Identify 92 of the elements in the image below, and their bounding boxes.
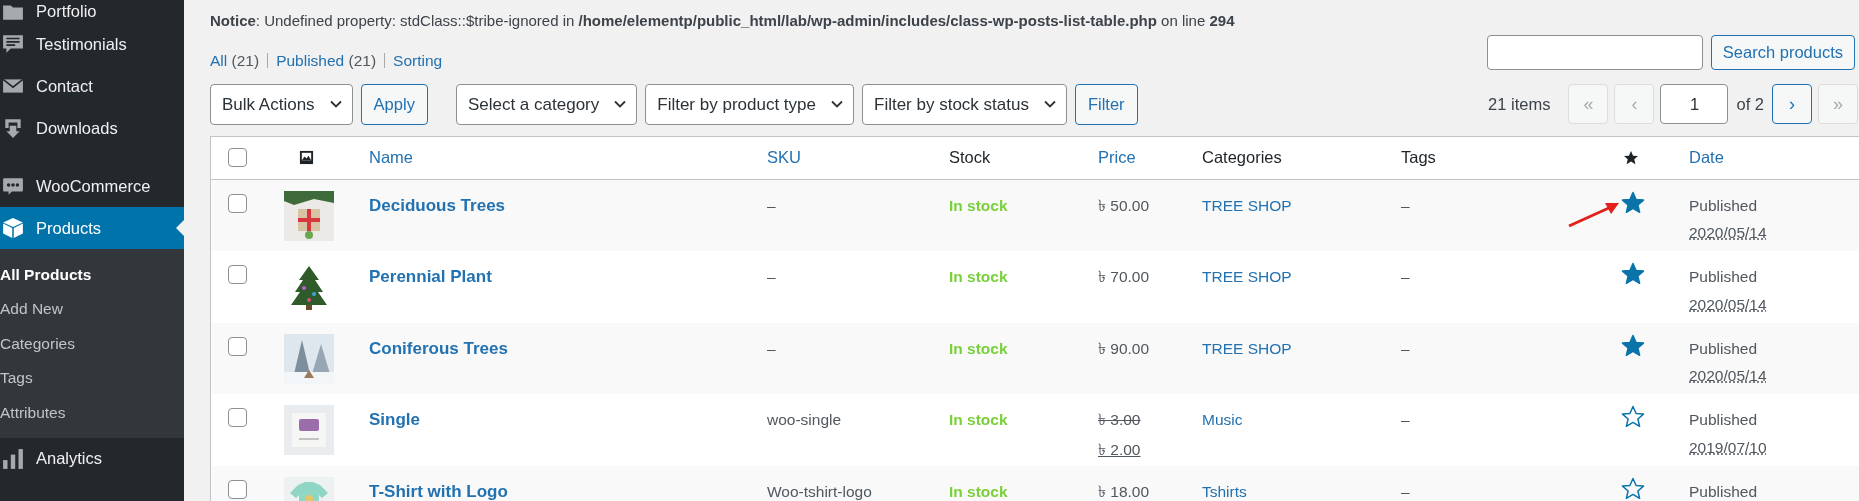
date-text: 2020/05/14	[1689, 223, 1767, 243]
current-pointer	[176, 220, 184, 236]
dropdown[interactable]: Filter by stock status	[862, 83, 1067, 125]
dropdown[interactable]: Bulk Actions	[210, 83, 353, 125]
stock-status: In stock	[949, 339, 1008, 357]
sidebar-item[interactable]: Testimonials	[0, 23, 184, 65]
sidebar-item[interactable]: Analytics	[0, 437, 184, 480]
category-link[interactable]: TREE SHOP	[1202, 196, 1292, 214]
column-header[interactable]: Date	[1689, 145, 1724, 171]
dropdown[interactable]: Filter by product type	[645, 83, 854, 125]
sku-text: –	[767, 268, 776, 286]
product-name-link[interactable]: Perennial Plant	[369, 267, 492, 287]
sidebar-item[interactable]: Portfolio	[0, 0, 184, 23]
column-header: Categories	[1202, 147, 1282, 169]
star-icon[interactable]	[1621, 405, 1645, 430]
product-name-link[interactable]: Single	[369, 410, 420, 430]
checkbox[interactable]	[228, 148, 247, 168]
tags-text: –	[1401, 196, 1410, 214]
sku-text: Woo-tshirt-logo	[767, 482, 872, 500]
status-text: Published	[1689, 481, 1758, 501]
star-icon[interactable]	[1621, 333, 1645, 358]
category-link[interactable]: TREE SHOP	[1202, 268, 1292, 286]
item-count: 21 items	[1488, 93, 1551, 115]
view-filter-link[interactable]: All (21)	[210, 48, 260, 72]
column-header[interactable]: Name	[369, 145, 413, 171]
date-text: 2020/05/14	[1689, 366, 1767, 386]
date-text: 2019/07/10	[1689, 437, 1767, 458]
checkbox[interactable]	[228, 408, 247, 428]
checkbox[interactable]	[228, 479, 247, 499]
status-text: Published	[1689, 338, 1758, 359]
filter-button[interactable]: Filter	[1074, 83, 1138, 125]
checkbox[interactable]	[228, 193, 247, 213]
price-text: ৳ 18.00	[1098, 481, 1150, 501]
column-header: Stock	[949, 147, 991, 169]
price-text: ৳ 50.00	[1098, 195, 1150, 216]
sidebar-item[interactable]: WooCommerce	[0, 165, 184, 207]
status-text: Published	[1689, 410, 1758, 431]
category-link[interactable]: Tshirts	[1202, 482, 1247, 500]
submenu-item[interactable]: All Products	[0, 257, 184, 292]
sidebar-item[interactable]: Downloads	[0, 107, 184, 149]
tags-text: –	[1401, 411, 1410, 429]
sku-text: –	[767, 196, 776, 214]
product-name-link[interactable]: Deciduous Trees	[369, 195, 506, 215]
submenu-item[interactable]: Attributes	[0, 395, 184, 430]
view-filter-link[interactable]: Published (21)	[276, 48, 377, 72]
stock-status: In stock	[949, 482, 1008, 500]
stock-status: In stock	[949, 411, 1008, 429]
column-header: Tags	[1401, 147, 1436, 169]
view-filter-link[interactable]: Sorting	[393, 48, 443, 72]
tags-text: –	[1401, 482, 1410, 500]
sidebar-item[interactable]: Products	[0, 207, 184, 249]
apply-button[interactable]: Apply	[360, 83, 428, 125]
sku-text: –	[767, 339, 776, 357]
category-link[interactable]: Music	[1202, 411, 1243, 429]
status-text: Published	[1689, 195, 1758, 216]
date-text: 2020/05/14	[1689, 294, 1767, 315]
price-text: ৳ 90.00	[1098, 338, 1150, 359]
sidebar-item[interactable]: Contact	[0, 65, 184, 107]
column-header[interactable]: SKU	[767, 145, 801, 171]
category-link[interactable]: TREE SHOP	[1202, 339, 1292, 357]
box-icon	[2, 217, 24, 239]
tags-text: –	[1401, 339, 1410, 357]
checkbox[interactable]	[228, 265, 247, 285]
submenu-item[interactable]: Add New	[0, 291, 184, 326]
submenu-item[interactable]: Tags	[0, 360, 184, 395]
product-name-link[interactable]: T-Shirt with Logo	[369, 481, 508, 501]
search-button[interactable]: Search products	[1710, 34, 1855, 70]
price-text: ৳ 70.00	[1098, 267, 1150, 288]
page-number-field[interactable]: 1	[1660, 84, 1729, 125]
image-icon	[299, 150, 314, 166]
column-header[interactable]: Price	[1098, 145, 1136, 171]
search-field[interactable]	[1486, 34, 1703, 70]
dropdown[interactable]: Select a category	[455, 83, 638, 125]
stock-status: In stock	[949, 268, 1008, 286]
submenu-item[interactable]: Categories	[0, 326, 184, 361]
star-icon	[1623, 149, 1639, 166]
star-icon[interactable]	[1621, 190, 1645, 215]
php-notice: Notice: Undefined property: stdClass::$tribe-ignored in /home/elementp/public_html/lab/wp-admin/includes/class-wp-posts-list-table.php on line 294	[210, 11, 1235, 31]
product-name-link[interactable]: Coniferous Trees	[369, 338, 508, 358]
tags-text: –	[1401, 268, 1410, 286]
page-total: of 2	[1736, 93, 1764, 115]
checkbox[interactable]	[228, 336, 247, 356]
star-icon[interactable]	[1621, 262, 1645, 287]
price-text: ৳ 3.00	[1098, 410, 1141, 431]
stock-status: In stock	[949, 196, 1008, 214]
page-button[interactable]: ›	[1772, 84, 1812, 125]
sale-price-text: ৳ 2.00	[1098, 439, 1141, 460]
star-icon[interactable]	[1621, 476, 1645, 501]
download-icon	[2, 117, 24, 139]
bar-chart-icon	[2, 447, 24, 470]
sku-text: woo-single	[767, 411, 842, 429]
status-text: Published	[1689, 267, 1758, 288]
